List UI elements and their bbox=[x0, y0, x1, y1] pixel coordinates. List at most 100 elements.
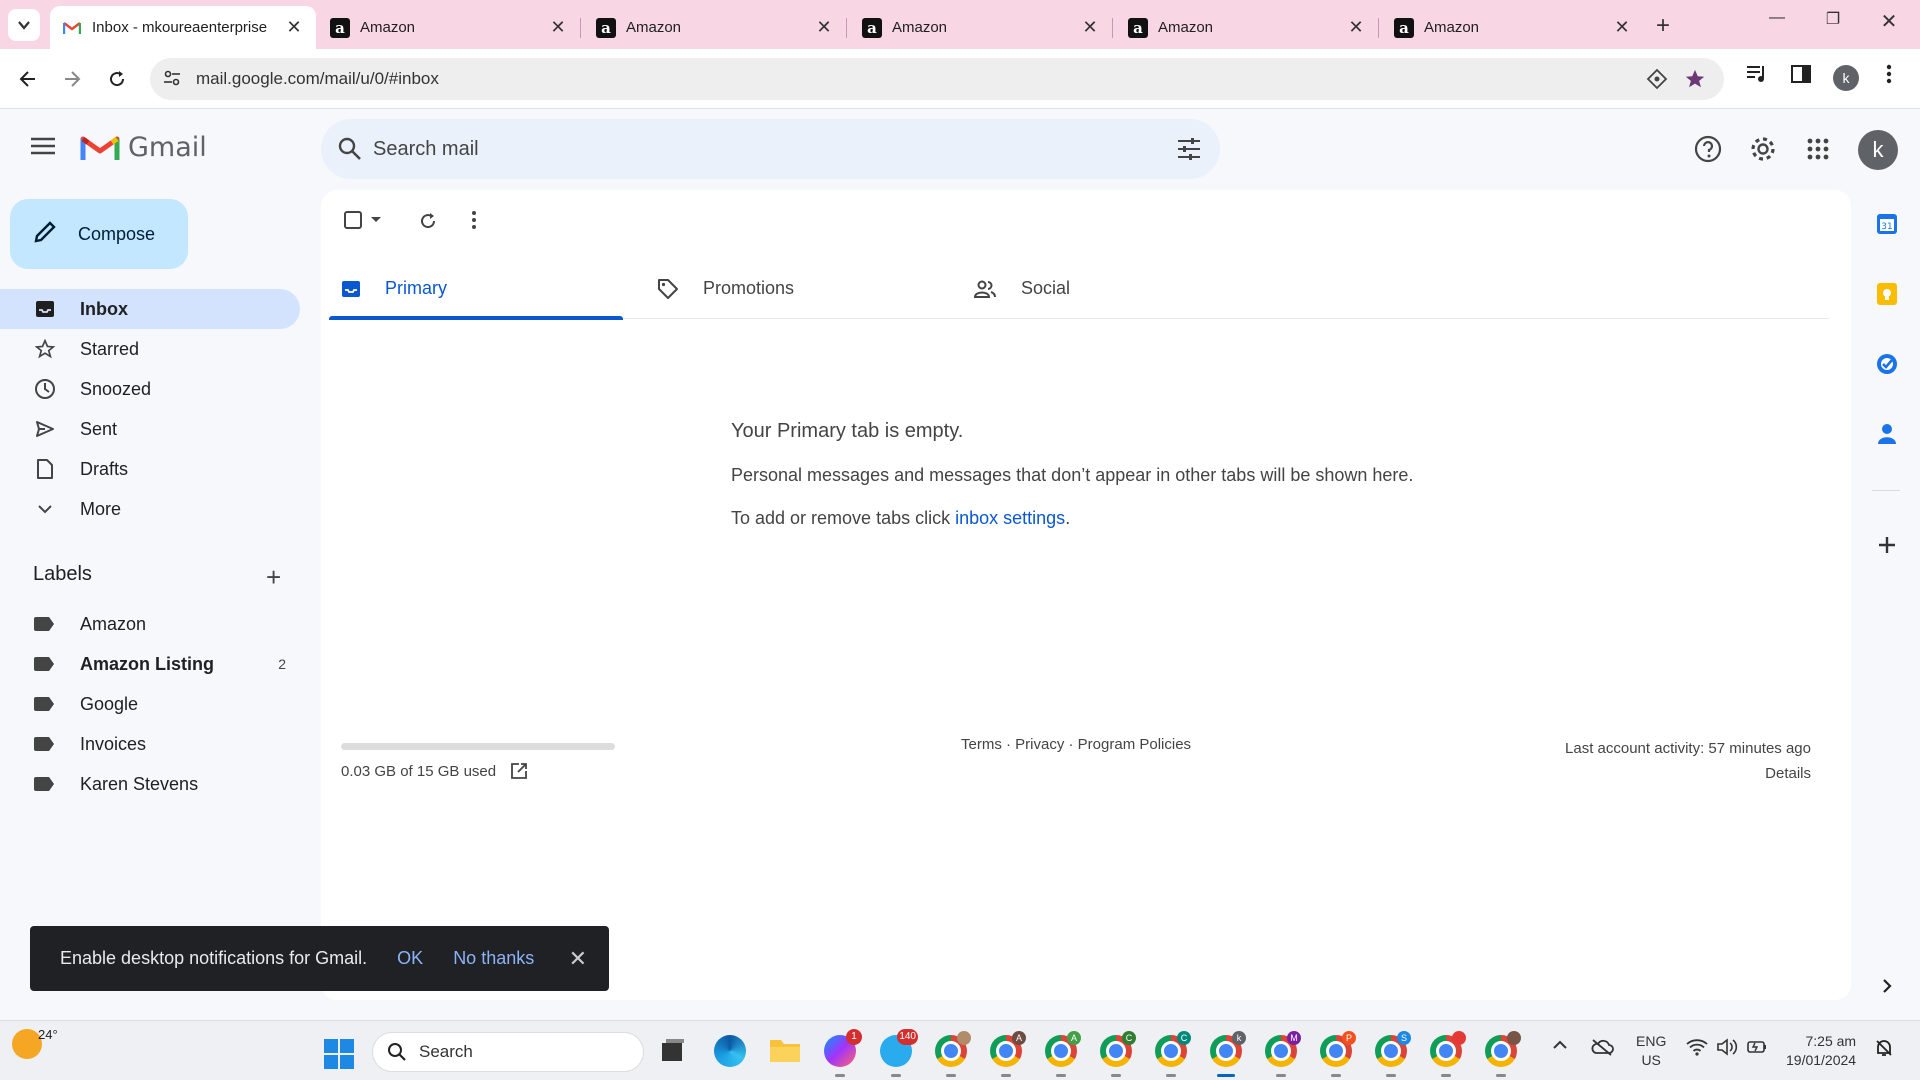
new-tab-button[interactable]: + bbox=[1650, 12, 1676, 40]
profile-avatar[interactable]: k bbox=[1833, 65, 1859, 91]
chrome-profile-app[interactable]: M bbox=[1265, 1031, 1301, 1077]
input-language[interactable]: ENG US bbox=[1636, 1032, 1666, 1070]
running-indicator bbox=[1496, 1074, 1506, 1077]
details-link[interactable]: Details bbox=[1565, 761, 1811, 786]
chrome-profile-app[interactable]: P bbox=[1320, 1031, 1356, 1077]
back-button[interactable] bbox=[12, 63, 44, 95]
gmail-logo[interactable]: Gmail bbox=[80, 132, 207, 163]
select-checkbox[interactable] bbox=[343, 210, 383, 230]
browser-tab-gmail[interactable]: Inbox - mkoureaenterprise ✕ bbox=[50, 6, 316, 49]
reload-button[interactable] bbox=[101, 63, 133, 95]
label-item-invoices[interactable]: Invoices bbox=[0, 724, 300, 764]
close-tab-icon[interactable]: ✕ bbox=[1080, 17, 1100, 38]
tab-social[interactable]: Social bbox=[961, 258, 1255, 319]
label-item-karen-stevens[interactable]: Karen Stevens bbox=[0, 764, 300, 804]
tab-promotions[interactable]: Promotions bbox=[645, 258, 939, 319]
browser-tab-amazon[interactable]: a Amazon ✕ bbox=[584, 6, 846, 49]
edge-app[interactable] bbox=[714, 1035, 746, 1067]
side-panel-icon[interactable] bbox=[1790, 63, 1812, 90]
close-tab-icon[interactable]: ✕ bbox=[284, 17, 304, 38]
address-bar[interactable]: mail.google.com/mail/u/0/#inbox bbox=[150, 58, 1724, 100]
label-item-amazon-listing[interactable]: Amazon Listing 2 bbox=[0, 644, 300, 684]
running-indicator bbox=[1331, 1074, 1341, 1077]
nav-item-drafts[interactable]: Drafts bbox=[0, 449, 300, 489]
inbox-settings-link[interactable]: inbox settings bbox=[955, 508, 1065, 528]
more-actions-button[interactable] bbox=[471, 210, 477, 230]
nav-item-snoozed[interactable]: Snoozed bbox=[0, 369, 300, 409]
telegram-app[interactable]: 140 bbox=[880, 1029, 918, 1077]
browser-tab-amazon[interactable]: a Amazon ✕ bbox=[318, 6, 580, 49]
onedrive-status-icon[interactable] bbox=[1590, 1038, 1614, 1060]
snackbar-ok-button[interactable]: OK bbox=[397, 948, 423, 969]
nav-item-sent[interactable]: Sent bbox=[0, 409, 300, 449]
close-window-button[interactable]: ✕ bbox=[1864, 9, 1914, 34]
chrome-profile-app-active[interactable]: k bbox=[1210, 1031, 1246, 1077]
wifi-icon[interactable] bbox=[1686, 1038, 1708, 1060]
close-tab-icon[interactable]: ✕ bbox=[548, 17, 568, 38]
footer-links[interactable]: Terms · Privacy · Program Policies bbox=[961, 736, 1191, 753]
tab-search-button[interactable] bbox=[8, 9, 40, 41]
nav-item-starred[interactable]: Starred bbox=[0, 329, 300, 369]
taskbar-search[interactable]: Search bbox=[372, 1032, 644, 1072]
forward-button[interactable] bbox=[56, 63, 88, 95]
nav-item-inbox[interactable]: Inbox bbox=[0, 289, 300, 329]
messenger-app[interactable]: 1 bbox=[824, 1029, 862, 1077]
start-button[interactable] bbox=[324, 1039, 354, 1069]
file-explorer-app[interactable] bbox=[768, 1035, 800, 1067]
password-key-icon[interactable] bbox=[1646, 68, 1668, 95]
bookmark-star-icon[interactable] bbox=[1684, 68, 1706, 95]
chrome-profile-app[interactable] bbox=[935, 1031, 971, 1077]
search-filters-icon[interactable] bbox=[1176, 136, 1202, 167]
nav-item-more[interactable]: More bbox=[0, 489, 300, 529]
close-tab-icon[interactable]: ✕ bbox=[1346, 17, 1366, 38]
main-menu-button[interactable] bbox=[30, 136, 56, 161]
show-hidden-icons-button[interactable] bbox=[1552, 1038, 1568, 1055]
browser-tab-amazon[interactable]: a Amazon ✕ bbox=[1116, 6, 1378, 49]
volume-icon[interactable] bbox=[1716, 1038, 1738, 1060]
snackbar-no-thanks-button[interactable]: No thanks bbox=[453, 948, 534, 969]
chrome-profile-app[interactable]: S bbox=[1375, 1031, 1411, 1077]
refresh-button[interactable] bbox=[417, 210, 439, 232]
chrome-profile-app[interactable]: A bbox=[990, 1031, 1026, 1077]
chrome-profile-app[interactable]: C bbox=[1100, 1031, 1136, 1077]
browser-menu-icon[interactable] bbox=[1886, 63, 1892, 90]
task-view-app[interactable] bbox=[656, 1035, 688, 1067]
calendar-app-button[interactable]: 31 bbox=[1872, 209, 1902, 239]
tab-primary[interactable]: Primary bbox=[329, 258, 623, 320]
search-bar[interactable] bbox=[321, 119, 1220, 179]
restore-button[interactable]: ❐ bbox=[1808, 9, 1858, 29]
close-tab-icon[interactable]: ✕ bbox=[814, 17, 834, 38]
close-icon[interactable]: ✕ bbox=[569, 946, 587, 972]
browser-tab-amazon[interactable]: a Amazon ✕ bbox=[850, 6, 1112, 49]
chrome-profile-app[interactable] bbox=[1430, 1031, 1466, 1077]
chrome-profile-app[interactable] bbox=[1485, 1031, 1521, 1077]
google-apps-button[interactable] bbox=[1803, 134, 1833, 164]
notifications-bell-icon[interactable] bbox=[1874, 1038, 1894, 1062]
compose-button[interactable]: Compose bbox=[10, 199, 188, 269]
tasks-app-button[interactable] bbox=[1872, 349, 1902, 379]
create-label-button[interactable]: + bbox=[266, 562, 281, 593]
support-button[interactable] bbox=[1693, 134, 1723, 164]
search-icon[interactable] bbox=[337, 136, 363, 167]
site-settings-icon[interactable] bbox=[162, 68, 182, 93]
close-tab-icon[interactable]: ✕ bbox=[1612, 17, 1632, 38]
search-input[interactable] bbox=[373, 133, 1133, 165]
media-controls-icon[interactable] bbox=[1745, 63, 1769, 90]
get-addons-button[interactable] bbox=[1872, 530, 1902, 560]
keep-app-button[interactable] bbox=[1872, 279, 1902, 309]
weather-widget[interactable]: 24° bbox=[12, 1027, 58, 1059]
label-item-google[interactable]: Google bbox=[0, 684, 300, 724]
battery-icon[interactable] bbox=[1746, 1038, 1768, 1060]
contacts-app-button[interactable] bbox=[1872, 419, 1902, 449]
browser-tab-amazon[interactable]: a Amazon ✕ bbox=[1382, 6, 1644, 49]
label-name: Invoices bbox=[80, 733, 147, 754]
storage-usage[interactable]: 0.03 GB of 15 GB used bbox=[341, 762, 528, 780]
account-avatar[interactable]: k bbox=[1858, 130, 1898, 170]
chrome-profile-app[interactable]: A bbox=[1045, 1031, 1081, 1077]
settings-button[interactable] bbox=[1748, 134, 1778, 164]
chrome-profile-app[interactable]: C bbox=[1155, 1031, 1191, 1077]
minimize-button[interactable]: — bbox=[1752, 9, 1802, 27]
hide-side-panel-button[interactable] bbox=[1872, 971, 1902, 1001]
label-item-amazon[interactable]: Amazon bbox=[0, 604, 300, 644]
system-clock[interactable]: 7:25 am 19/01/2024 bbox=[1786, 1032, 1856, 1070]
